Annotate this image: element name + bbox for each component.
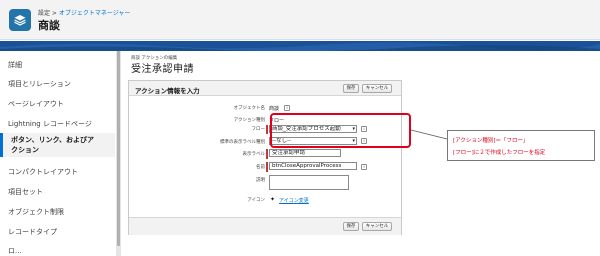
sidebar-item-details[interactable]: 詳細 [8,60,112,70]
required-marker [266,125,268,134]
cancel-button[interactable]: キャンセル [362,222,392,231]
sidebar-item-lightning-pages[interactable]: Lightning レコードページ [8,119,112,129]
sidebar-item-page-layouts[interactable]: ページレイアウト [8,99,112,109]
highlight-box [270,113,411,148]
sidebar-item-compact-layouts[interactable]: コンパクトレイアウト [8,167,112,177]
action-info-panel: アクション情報を入力 保存 キャンセル オブジェクト名 商談 i アクション種別… [128,80,402,235]
breadcrumb-object-manager-link[interactable]: オブジェクトマネージャー [59,10,131,17]
required-marker [266,162,268,172]
cancel-button[interactable]: キャンセル [362,84,392,93]
scrollbar-thumb[interactable] [117,51,120,246]
breadcrumb-prefix: 設定 > [38,10,59,17]
sidebar-item-object-limits[interactable]: オブジェクト制限 [8,207,112,217]
label-type-label: 標準の表示ラベル種別 [220,140,265,145]
object-name-label: オブジェクト名 [233,106,266,111]
info-icon[interactable]: i [284,105,290,111]
required-marker [266,149,268,159]
change-icon-link[interactable]: アイコン変更 [279,197,309,204]
layers-icon [9,9,31,31]
save-button[interactable]: 保存 [343,222,359,231]
callout-leader-line [411,129,448,140]
sidebar-item-label-cont: クション [11,146,39,154]
brand-banner [0,41,600,51]
api-name-input[interactable]: btnCloseApprovalProcess [269,162,357,170]
sidebar-item-fields[interactable]: 項目とリレーション [8,79,112,89]
panel-title: アクション情報を入力 [135,87,200,95]
icon-label: アイコン [247,198,265,203]
action-title: 受注承認申請 [131,64,194,75]
annotation-callout: [アクション種別]＝「フロー」 [フロー]に２で作成したフローを指定 [447,130,595,161]
panel-header: アクション情報を入力 保存 キャンセル [129,81,401,96]
info-icon[interactable]: i [361,164,367,170]
callout-line-2: [フロー]に２で作成したフローを指定 [453,150,546,156]
display-label-label: 表示ラベル [242,152,266,157]
action-type-label: アクション種別 [233,118,265,123]
description-label: 説明 [256,178,265,183]
save-button[interactable]: 保存 [343,84,359,93]
sidebar-item-field-sets[interactable]: 項目セット [8,187,112,197]
panel-footer: 保存 キャンセル [129,217,401,235]
breadcrumb: 設定 > オブジェクトマネージャー [38,8,130,17]
setup-header: 設定 > オブジェクトマネージャー 商談 [0,0,600,40]
callout-line-1: [アクション種別]＝「フロー」 [453,138,529,144]
sidebar-item-truncated[interactable]: ロ... [8,246,112,254]
sidebar-item-label: ボタン、リンク、およびア [11,136,94,144]
object-name-value: 商談 [269,106,280,112]
pin-icon: ✦ [270,196,276,203]
page-title: 商談 [38,19,60,32]
sidebar-item-record-types[interactable]: レコードタイプ [8,227,112,237]
api-name-label: 名前 [256,165,265,170]
flow-label: フロー [251,127,266,132]
sidebar-nav: 詳細 項目とリレーション ページレイアウト Lightning レコードページ … [0,51,115,256]
description-textarea[interactable] [269,175,349,190]
sidebar-item-buttons-links-actions[interactable]: ボタン、リンク、およびア クション [0,133,115,157]
display-label-input[interactable]: 受注承認申請 [269,149,341,157]
